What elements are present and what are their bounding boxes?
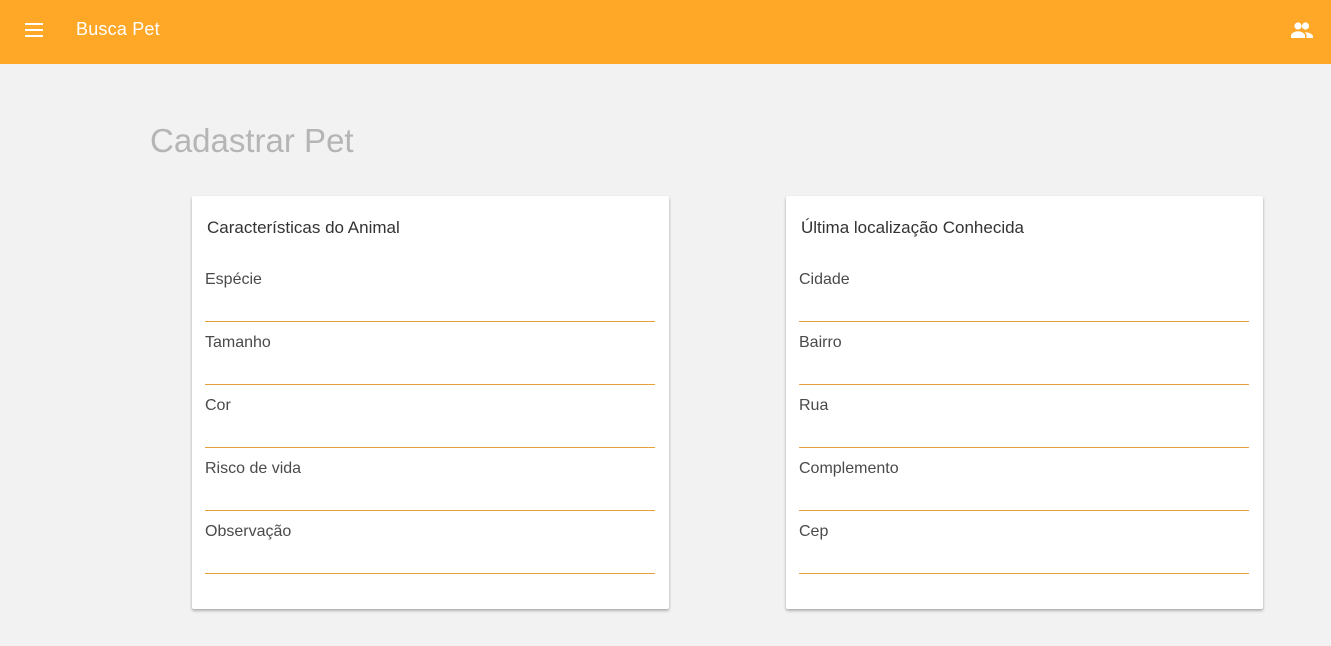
field-label: Cidade (799, 271, 850, 288)
field-label: Complemento (799, 460, 899, 477)
animal-characteristics-card: Características do Animal Espécie Tamanh… (192, 196, 669, 609)
account-button[interactable] (1290, 18, 1314, 42)
color-field[interactable]: Cor (205, 385, 655, 448)
menu-icon (25, 23, 43, 37)
species-field[interactable]: Espécie (205, 259, 655, 322)
neighborhood-field[interactable]: Bairro (799, 322, 1249, 385)
field-label: Observação (205, 523, 292, 540)
last-known-location-card: Última localização Conhecida Cidade Bair… (786, 196, 1263, 609)
life-risk-field[interactable]: Risco de vida (205, 448, 655, 511)
size-field[interactable]: Tamanho (205, 322, 655, 385)
field-label: Tamanho (205, 334, 271, 351)
field-label: Rua (799, 397, 829, 414)
card-title: Características do Animal (207, 218, 400, 237)
menu-button[interactable] (22, 18, 46, 42)
field-label: Cep (799, 523, 829, 540)
field-label: Bairro (799, 334, 842, 351)
zip-code-field[interactable]: Cep (799, 511, 1249, 574)
street-field[interactable]: Rua (799, 385, 1249, 448)
field-label: Cor (205, 397, 231, 414)
observation-field[interactable]: Observação (205, 511, 655, 574)
card-title: Última localização Conhecida (801, 218, 1025, 237)
field-label: Espécie (205, 271, 262, 288)
page-title: Cadastrar Pet (150, 122, 354, 159)
people-icon (1291, 22, 1313, 38)
city-field[interactable]: Cidade (799, 259, 1249, 322)
field-label: Risco de vida (205, 460, 302, 477)
complement-field[interactable]: Complemento (799, 448, 1249, 511)
app-title: Busca Pet (76, 19, 160, 39)
top-app-bar: Busca Pet (0, 0, 1331, 64)
